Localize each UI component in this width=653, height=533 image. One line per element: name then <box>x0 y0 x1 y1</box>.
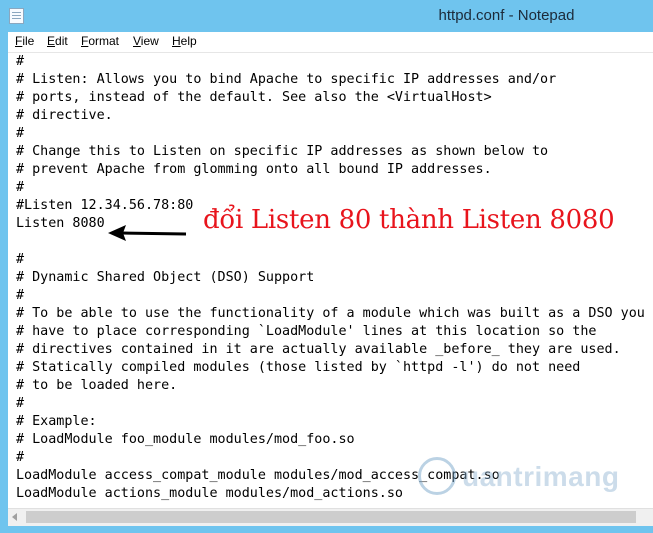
editor-line: # have to place corresponding `LoadModul… <box>16 324 597 339</box>
editor-line: # <box>16 54 25 69</box>
editor-line: # to be loaded here. <box>16 378 178 393</box>
window-bottom-border <box>0 526 653 533</box>
editor-line: # LoadModule foo_module modules/mod_foo.… <box>16 432 355 447</box>
title-bar[interactable]: httpd.conf - Notepad <box>0 0 653 32</box>
editor-line: # <box>16 450 25 465</box>
editor-line: # ports, instead of the default. See als… <box>16 90 492 105</box>
left-arrow-icon <box>108 225 187 241</box>
editor-line: # Change this to Listen on specific IP a… <box>16 144 549 159</box>
editor-line: # <box>16 288 25 303</box>
editor-line: # Listen: Allows you to bind Apache to s… <box>16 72 557 87</box>
annotation-text: đổi Listen 80 thành Listen 8080 <box>203 205 615 235</box>
editor-line: # Statically compiled modules (those lis… <box>16 360 581 375</box>
editor-line: # To be able to use the functionality of… <box>16 306 645 321</box>
scroll-left-arrow-icon[interactable] <box>12 513 17 521</box>
watermark-logo-icon <box>418 457 456 495</box>
editor-line: # <box>16 180 25 195</box>
text-editor[interactable]: # # Listen: Allows you to bind Apache to… <box>8 53 653 508</box>
editor-line: # directive. <box>16 108 113 123</box>
editor-line: #Listen 12.34.56.78:80 <box>16 198 194 213</box>
menu-edit[interactable]: Edit <box>47 34 68 48</box>
watermark-text: uantrimang <box>462 461 620 492</box>
editor-line: # directives contained in it are actuall… <box>16 342 621 357</box>
horizontal-scrollbar[interactable] <box>8 508 653 526</box>
editor-line: # Example: <box>16 414 97 429</box>
notepad-window: httpd.conf - Notepad File Edit Format Vi… <box>0 0 653 533</box>
editor-line: # <box>16 126 25 141</box>
scrollbar-thumb[interactable] <box>26 511 636 523</box>
menu-bar: File Edit Format View Help <box>8 32 653 53</box>
editor-line: # <box>16 252 25 267</box>
editor-line: # Dynamic Shared Object (DSO) Support <box>16 270 315 285</box>
editor-line: Listen 8080 <box>16 216 105 231</box>
editor-content[interactable]: # # Listen: Allows you to bind Apache to… <box>8 53 653 503</box>
editor-line: # <box>16 396 25 411</box>
watermark: uantrimang <box>418 455 638 501</box>
menu-format[interactable]: Format <box>81 34 119 48</box>
editor-line: # prevent Apache from glomming onto all … <box>16 162 492 177</box>
menu-file[interactable]: File <box>15 34 34 48</box>
window-title: httpd.conf - Notepad <box>438 7 575 24</box>
menu-help[interactable]: Help <box>172 34 197 48</box>
editor-line: LoadModule actions_module modules/mod_ac… <box>16 486 403 501</box>
menu-view[interactable]: View <box>133 34 159 48</box>
